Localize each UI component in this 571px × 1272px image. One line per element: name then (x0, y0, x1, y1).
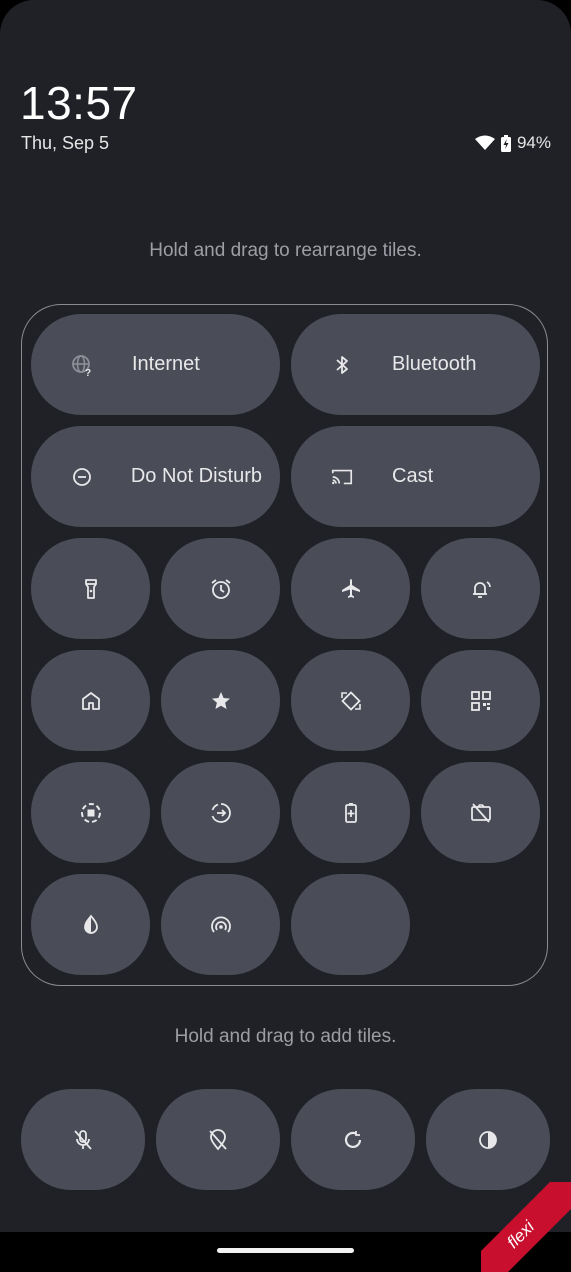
home-icon (79, 689, 103, 713)
battery-percent: 94% (516, 133, 551, 152)
screen-record-icon (79, 801, 103, 825)
tile-mic-access[interactable] (21, 1089, 145, 1190)
tile-cast[interactable]: Cast (291, 426, 540, 527)
rearrange-hint: Hold and drag to rearrange tiles. (149, 240, 422, 261)
watermark-corner: flexi (481, 1182, 571, 1272)
quick-settings-edit-screen: 13:57 Thu, Sep 5 94% Hold and drag to re… (0, 0, 571, 1232)
tile-contrast[interactable] (426, 1089, 550, 1190)
sync-icon (341, 1128, 365, 1152)
tile-internet[interactable]: ? Internet (31, 314, 280, 415)
contrast-icon (476, 1128, 500, 1152)
tile-home[interactable] (31, 650, 150, 751)
home-gesture-handle[interactable] (217, 1248, 354, 1253)
airplane-icon (339, 577, 363, 601)
tile-screen-record[interactable] (31, 762, 150, 863)
tile-sound[interactable] (421, 538, 540, 639)
tile-hotspot[interactable] (161, 874, 280, 975)
tile-qr-scanner[interactable] (421, 650, 540, 751)
mic-off-icon (71, 1128, 95, 1152)
battery-charging-icon (500, 134, 511, 152)
internet-icon: ? (70, 353, 94, 377)
qr-code-scanner-icon (469, 689, 493, 713)
svg-text:?: ? (85, 368, 91, 377)
do-not-disturb-icon (70, 465, 94, 489)
auto-rotate-icon (339, 689, 363, 713)
clock: 13:57 (20, 77, 138, 129)
status-icons: 94% (474, 133, 551, 153)
flashlight-icon (79, 577, 103, 601)
tile-camera-access[interactable] (421, 762, 540, 863)
tile-label: Internet (132, 353, 200, 375)
hotspot-icon (209, 913, 233, 937)
watermark-band: flexi (481, 1182, 571, 1272)
date: Thu, Sep 5 (21, 133, 110, 153)
tile-color-inversion[interactable] (31, 874, 150, 975)
tile-sync[interactable] (291, 1089, 415, 1190)
tile-data-saver[interactable] (161, 762, 280, 863)
battery-saver-icon (339, 801, 363, 825)
tile-alarm[interactable] (161, 538, 280, 639)
tile-bluetooth[interactable]: Bluetooth (291, 314, 540, 415)
bluetooth-icon (330, 353, 354, 377)
alarm-icon (209, 577, 233, 601)
tile-label: Do Not Disturb (132, 465, 262, 487)
tile-battery-saver[interactable] (291, 762, 410, 863)
color-inversion-icon (79, 913, 103, 937)
camera-off-icon (469, 801, 493, 825)
wifi-icon (474, 135, 495, 151)
sound-ring-icon (469, 577, 493, 601)
tile-auto-rotate[interactable] (291, 650, 410, 751)
watermark-text: flexi (503, 1217, 539, 1253)
data-saver-icon (209, 801, 233, 825)
tile-label: Bluetooth (392, 353, 477, 375)
tile-airplane-mode[interactable] (291, 538, 410, 639)
add-tiles-hint: Hold and drag to add tiles. (174, 1026, 397, 1047)
tile-empty[interactable] (291, 874, 410, 975)
cast-icon (330, 465, 354, 489)
tile-favorites[interactable] (161, 650, 280, 751)
location-off-icon (206, 1128, 230, 1152)
tile-do-not-disturb[interactable]: Do Not Disturb (31, 426, 280, 527)
tile-location[interactable] (156, 1089, 280, 1190)
tile-flashlight[interactable] (31, 538, 150, 639)
star-icon (209, 689, 233, 713)
tile-label: Cast (392, 465, 434, 487)
